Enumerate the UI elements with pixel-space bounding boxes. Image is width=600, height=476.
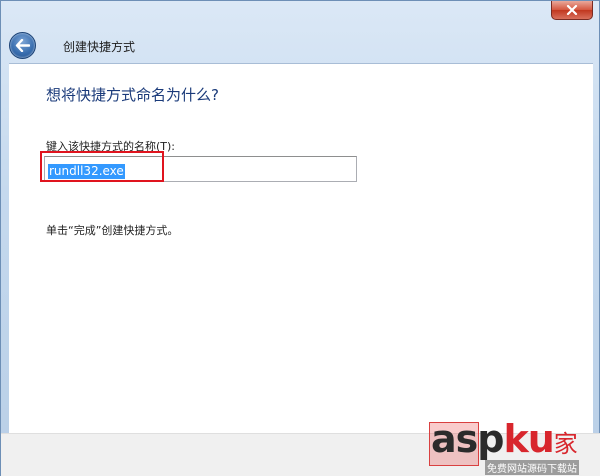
watermark-brand-k: ku	[503, 417, 554, 461]
annotation-highlight-box	[40, 151, 164, 182]
back-arrow-icon	[15, 39, 30, 52]
watermark-subtitle: 免费网站源码下载站	[485, 460, 579, 475]
finish-hint-text: 单击“完成”创建快捷方式。	[46, 224, 179, 237]
page-heading: 想将快捷方式命名为什么?	[46, 86, 219, 104]
close-button[interactable]	[551, 1, 593, 20]
wizard-content: 想将快捷方式命名为什么? 键入该快捷方式的名称(T): rundll32.exe…	[9, 63, 593, 433]
wizard-window: 创建快捷方式 想将快捷方式命名为什么? 键入该快捷方式的名称(T): rundl…	[0, 0, 600, 476]
watermark-logo: aspku家	[431, 417, 578, 464]
close-icon	[566, 5, 578, 15]
watermark-brand-prefix: asp	[431, 417, 504, 461]
watermark-brand-cn: 家	[553, 430, 578, 458]
back-button[interactable]	[9, 32, 36, 59]
window-title: 创建快捷方式	[63, 40, 136, 54]
